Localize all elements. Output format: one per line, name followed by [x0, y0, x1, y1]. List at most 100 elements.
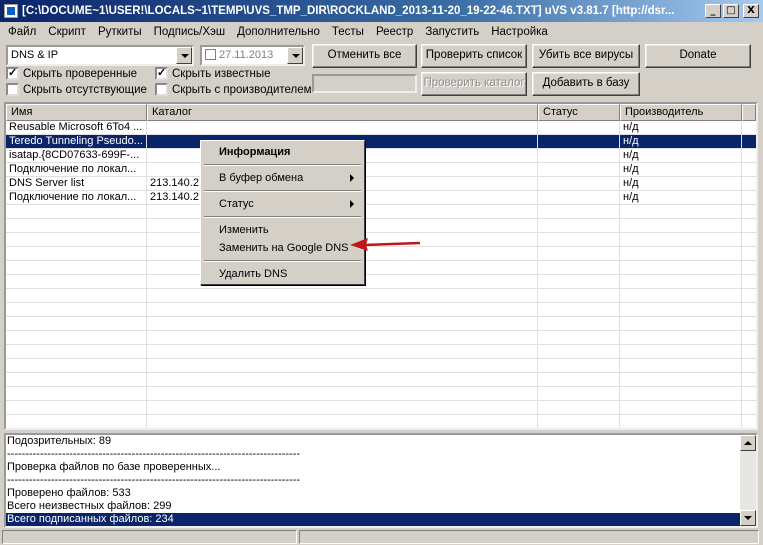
table-row[interactable] — [6, 331, 756, 345]
hide-with-vendor-label: Скрыть с производителем — [172, 83, 312, 96]
cancel-all-button[interactable]: Отменить все — [312, 44, 417, 68]
cell-vendor: н/д — [620, 177, 742, 190]
menu-settings[interactable]: Настройка — [485, 26, 554, 38]
status-panel — [299, 530, 759, 544]
menu-item-info[interactable]: Информация — [203, 143, 362, 161]
chevron-down-icon[interactable] — [176, 47, 192, 64]
table-row[interactable] — [6, 359, 756, 373]
table-header: Имя Каталог Статус Производитель — [6, 104, 756, 121]
window-title: [C:\DOCUME~1\USER!\LOCALS~1\TEMP\UVS_TMP… — [22, 5, 675, 17]
menu-rootkits[interactable]: Руткиты — [92, 26, 148, 38]
table-row[interactable] — [6, 345, 756, 359]
chevron-down-icon[interactable] — [287, 47, 303, 64]
close-button[interactable]: X — [743, 4, 759, 18]
table-row[interactable] — [6, 387, 756, 401]
table-row[interactable]: isatap.{8CD07633-699F-... н/д — [6, 149, 756, 163]
menu-signature[interactable]: Подпись/Хэш — [148, 26, 231, 38]
log-line: Проверка файлов по базе проверенных... — [7, 461, 221, 473]
cell-status — [538, 191, 620, 204]
date-picker[interactable]: 27.11.2013 — [200, 45, 305, 66]
menu-item-clipboard-label: В буфер обмена — [219, 172, 304, 184]
log-scrollbar[interactable] — [740, 435, 756, 526]
scroll-up-icon[interactable] — [740, 435, 756, 451]
cell-folder — [147, 121, 538, 134]
hide-checked-option[interactable]: ✓ Скрыть проверенные — [6, 67, 137, 80]
table-row[interactable]: DNS Server list 213.140.2 н/д — [6, 177, 756, 191]
kill-viruses-button[interactable]: Убить все вирусы — [532, 44, 640, 68]
hide-with-vendor-option[interactable]: Скрыть с производителем — [155, 83, 312, 96]
table-row[interactable] — [6, 205, 756, 219]
menu-item-clipboard[interactable]: В буфер обмена — [203, 169, 362, 187]
check-folder-button[interactable]: Проверить каталог — [421, 72, 527, 96]
hide-checked-checkbox[interactable]: ✓ — [6, 67, 19, 80]
column-header-status[interactable]: Статус — [538, 104, 620, 121]
menu-run[interactable]: Запустить — [419, 26, 485, 38]
hide-with-vendor-checkbox[interactable] — [155, 83, 168, 96]
table-row[interactable]: Подключение по локал... н/д — [6, 163, 756, 177]
log-line: Проверено файлов: 533 — [7, 487, 131, 499]
table-row[interactable]: Подключение по локал... 213.140.2 н/д — [6, 191, 756, 205]
file-table[interactable]: Имя Каталог Статус Производитель Reusabl… — [4, 102, 758, 430]
menu-item-status-label: Статус — [219, 198, 254, 210]
hide-missing-checkbox[interactable] — [6, 83, 19, 96]
cell-name: isatap.{8CD07633-699F-... — [6, 149, 147, 162]
menu-script[interactable]: Скрипт — [42, 26, 92, 38]
cell-status — [538, 149, 620, 162]
table-row[interactable] — [6, 289, 756, 303]
cell-status — [538, 177, 620, 190]
menu-extra[interactable]: Дополнительно — [231, 26, 326, 38]
cell-status — [538, 135, 620, 148]
donate-button[interactable]: Donate — [645, 44, 751, 68]
minimize-button[interactable]: _ — [705, 4, 721, 18]
maximize-button[interactable]: □ — [723, 4, 739, 18]
table-row[interactable] — [6, 373, 756, 387]
cell-vendor: н/д — [620, 135, 742, 148]
app-icon — [4, 4, 18, 18]
menu-separator — [204, 216, 361, 218]
hide-known-option[interactable]: ✓ Скрыть известные — [155, 67, 271, 80]
category-select[interactable]: DNS & IP — [6, 45, 194, 66]
category-value: DNS & IP — [11, 49, 59, 61]
table-row[interactable] — [6, 401, 756, 415]
menu-tests[interactable]: Тесты — [326, 26, 370, 38]
title-bar: [C:\DOCUME~1\USER!\LOCALS~1\TEMP\UVS_TMP… — [0, 0, 763, 22]
table-row[interactable] — [6, 275, 756, 289]
menu-registry[interactable]: Реестр — [370, 26, 419, 38]
table-row[interactable] — [6, 415, 756, 428]
menu-file[interactable]: Файл — [2, 26, 42, 38]
cell-status — [538, 163, 620, 176]
table-row[interactable] — [6, 317, 756, 331]
table-row[interactable] — [6, 303, 756, 317]
menu-item-delete-dns[interactable]: Удалить DNS — [203, 265, 362, 283]
path-field[interactable] — [312, 74, 417, 93]
column-header-folder[interactable]: Каталог — [147, 104, 538, 121]
cell-vendor: н/д — [620, 149, 742, 162]
check-list-button[interactable]: Проверить список — [421, 44, 527, 68]
log-panel[interactable]: Подозрительных: 89 ---------------------… — [4, 433, 758, 528]
table-row[interactable]: Teredo Tunneling Pseudo... н/д — [6, 135, 756, 149]
table-row[interactable] — [6, 219, 756, 233]
hide-known-label: Скрыть известные — [172, 67, 271, 80]
table-row[interactable]: Reusable Microsoft 6To4 ... н/д — [6, 121, 756, 135]
cell-name: Подключение по локал... — [6, 191, 147, 204]
menu-item-google-dns[interactable]: Заменить на Google DNS — [203, 239, 362, 257]
log-line: ----------------------------------------… — [7, 474, 301, 486]
scroll-down-icon[interactable] — [740, 510, 756, 526]
menu-separator — [204, 164, 361, 166]
submenu-arrow-icon — [350, 200, 354, 208]
log-line-selected: Всего подписанных файлов: 234 — [6, 513, 741, 526]
menu-item-edit[interactable]: Изменить — [203, 221, 362, 239]
column-header-name[interactable]: Имя — [6, 104, 147, 121]
add-to-db-button[interactable]: Добавить в базу — [532, 72, 640, 96]
column-header-vendor[interactable]: Производитель — [620, 104, 742, 121]
date-checkbox[interactable] — [205, 49, 216, 60]
cell-vendor: н/д — [620, 121, 742, 134]
hide-missing-option[interactable]: Скрыть отсутствующие — [6, 83, 147, 96]
hide-known-checkbox[interactable]: ✓ — [155, 67, 168, 80]
table-row[interactable] — [6, 261, 756, 275]
menu-item-status[interactable]: Статус — [203, 195, 362, 213]
hide-checked-label: Скрыть проверенные — [23, 67, 138, 80]
cell-status — [538, 121, 620, 134]
menu-bar: Файл Скрипт Руткиты Подпись/Хэш Дополнит… — [0, 22, 763, 41]
log-line: Подозрительных: 89 — [7, 435, 112, 447]
